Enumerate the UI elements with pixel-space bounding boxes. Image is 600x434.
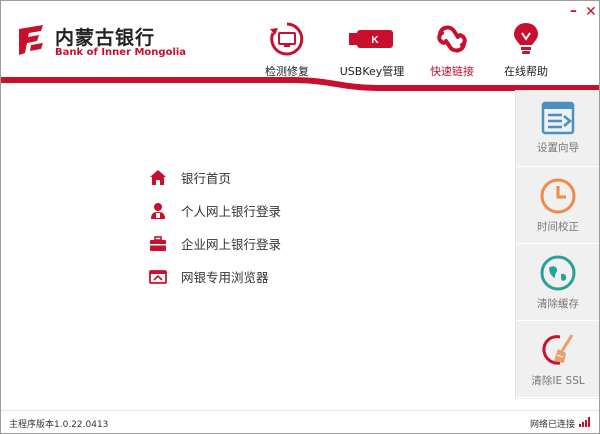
nav-label: USBKey管理 [339,65,405,78]
tool-label: 设置向导 [537,142,579,154]
person-icon [151,202,165,219]
header: 内蒙古银行 Bank of Inner Mongolia – ✕ 检测修复 K … [1,1,599,91]
nav-usbkey[interactable]: K USBKey管理 [332,21,412,81]
tool-clear-cache[interactable]: 清除缓存 [516,244,599,321]
bank-logo-mark-icon [19,25,43,55]
tool-setup-wizard[interactable]: 设置向导 [516,90,599,167]
bank-logo: 内蒙古银行 Bank of Inner Mongolia [15,23,186,63]
nav-detect-repair[interactable]: 检测修复 [247,21,327,81]
link-personal-login[interactable]: 个人网上银行登录 [149,194,281,227]
network-status-text: 网络已连接 [529,420,575,430]
tool-label: 清除IE SSL [531,375,585,387]
nav-label: 在线帮助 [504,65,548,78]
link-label: 个人网上银行登录 [181,204,282,219]
clock-icon [540,178,576,214]
globe-icon [540,255,576,291]
tool-time-correction[interactable]: 时间校正 [516,167,599,244]
nav-label: 快速链接 [430,65,474,78]
usb-key-icon: K [349,30,393,48]
link-label: 网银专用浏览器 [181,270,269,285]
bank-name-en: Bank of Inner Mongolia [55,47,187,58]
minimize-button[interactable]: – [570,4,577,18]
app-window: 内蒙古银行 Bank of Inner Mongolia – ✕ 检测修复 K … [0,0,600,434]
briefcase-icon [150,235,166,251]
tool-label: 清除缓存 [537,298,579,310]
nav-label: 检测修复 [265,65,309,78]
tool-clear-ie-ssl[interactable]: 清除IE SSL [516,321,599,398]
link-browser[interactable]: 网银专用浏览器 [149,260,281,293]
nav-quick-links[interactable]: 快速链接 [412,21,492,81]
tools-panel: 设置向导 时间校正 清除缓存 清除IE SSL [515,90,599,399]
link-enterprise-login[interactable]: 企业网上银行登录 [149,227,281,260]
nav-online-help[interactable]: 在线帮助 [486,21,566,81]
close-button[interactable]: ✕ [585,5,597,19]
svg-text:K: K [371,35,379,46]
link-label: 企业网上银行登录 [181,237,282,252]
monitor-repair-icon [270,22,304,56]
quick-links-list: 银行首页 个人网上银行登录 企业网上银行登录 网银专用浏览器 [149,161,281,293]
broom-icon [542,334,574,365]
link-bank-home[interactable]: 银行首页 [149,161,281,194]
version-text: 主程序版本1.0.22.0413 [9,420,109,430]
status-bar: 主程序版本1.0.22.0413 网络已连接 [1,410,599,433]
tool-label: 时间校正 [537,221,579,233]
link-icon [437,25,467,53]
browser-icon [149,269,167,284]
lightbulb-icon [514,23,538,54]
signal-bars-icon [579,417,590,427]
bank-name-cn: 内蒙古银行 [55,27,156,49]
settings-wizard-icon [541,101,575,135]
home-icon [150,169,166,185]
link-label: 银行首页 [181,171,232,186]
